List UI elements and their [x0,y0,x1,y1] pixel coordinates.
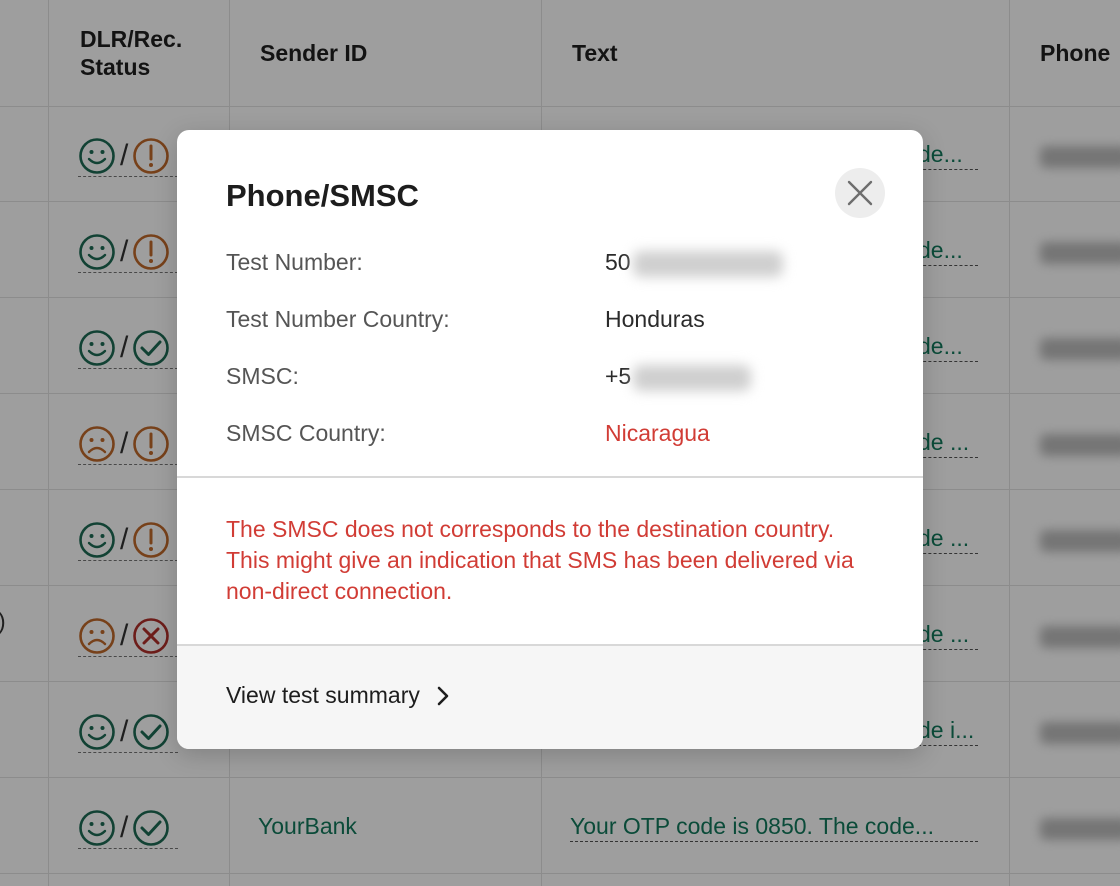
dialog-footer: View test summary [177,646,923,749]
view-test-summary-label: View test summary [226,682,420,708]
smsc-country-label: SMSC Country: [226,420,386,446]
close-button[interactable] [835,168,885,218]
dialog-title: Phone/SMSC [226,178,419,213]
masked-smsc [633,364,752,391]
smsc-value: +5 [605,363,752,391]
test-number-value: 50 [605,249,783,277]
view-test-summary-link[interactable]: View test summary [226,682,450,709]
divider [177,476,923,478]
chevron-right-icon [437,686,449,705]
test-number-visible: 50 [605,249,631,275]
phone-smsc-dialog: Phone/SMSC Test Number: 50 Test Number C… [177,130,923,749]
test-number-country-value: Honduras [605,306,705,332]
smsc-visible: +5 [605,363,632,389]
smsc-label: SMSC: [226,363,299,389]
smsc-mismatch-warning: The SMSC does not corresponds to the des… [226,516,854,604]
smsc-country-value: Nicaragua [605,420,710,446]
test-number-country-label: Test Number Country: [226,306,450,332]
masked-number [632,250,783,277]
close-icon [847,180,873,206]
test-number-label: Test Number: [226,249,363,275]
